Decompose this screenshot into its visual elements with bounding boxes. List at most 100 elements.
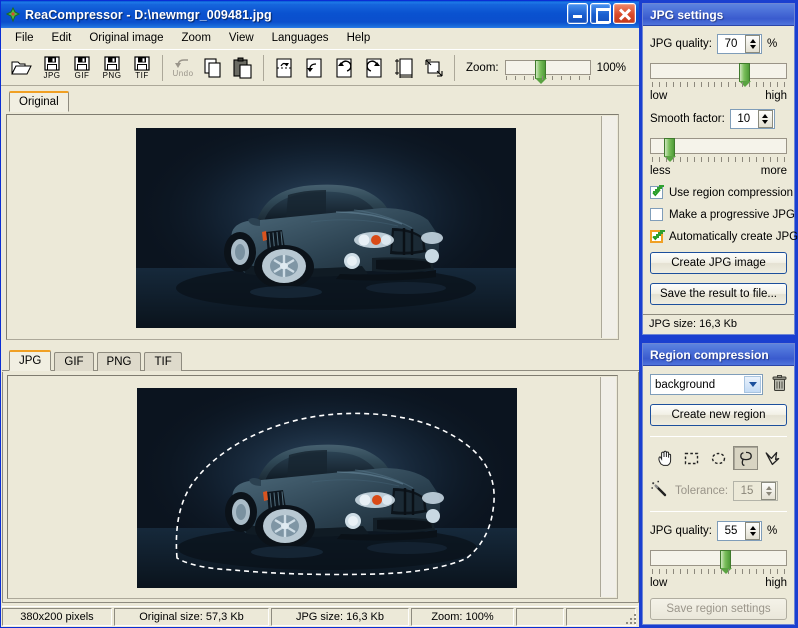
tolerance-stepper[interactable] [761, 482, 776, 500]
region-jpg-quality-stepper[interactable] [745, 522, 760, 540]
make-progressive-jpg-checkbox[interactable] [650, 208, 663, 221]
status-zoom: Zoom: 100% [411, 608, 514, 626]
save-result-to-file-button[interactable]: Save the result to file... [650, 283, 787, 305]
main-window: ReaCompressor - D:\newmgr_009481.jpg Fil… [0, 0, 639, 628]
menu-zoom[interactable]: Zoom [174, 30, 219, 47]
result-image-pane [2, 372, 639, 603]
region-jpg-quality-slider[interactable] [650, 550, 787, 566]
menu-help[interactable]: Help [339, 30, 379, 47]
region-jpg-quality-slider-thumb[interactable] [720, 550, 731, 569]
paste-button[interactable] [228, 52, 258, 84]
save-png-button[interactable]: PNG [97, 52, 127, 84]
save-jpg-button[interactable]: JPG [37, 52, 67, 84]
region-jpg-quality-row: JPG quality: 55 % [650, 521, 787, 541]
minimize-button[interactable] [567, 3, 588, 24]
create-new-region-button[interactable]: Create new region [650, 404, 787, 426]
automatically-create-jpg-checkbox[interactable] [650, 230, 663, 243]
tolerance-value[interactable]: 15 [734, 485, 760, 497]
resize-grip-icon[interactable] [624, 612, 636, 624]
maximize-button[interactable] [590, 3, 611, 24]
smooth-factor-stepper[interactable] [758, 110, 773, 128]
flip-horizontal-button[interactable] [299, 52, 329, 84]
trash-icon[interactable] [772, 375, 787, 395]
save-region-settings-button[interactable]: Save region settings [650, 598, 787, 620]
region-jpg-quality-unit: % [767, 525, 777, 537]
tab-gif[interactable]: GIF [54, 352, 93, 371]
hand-tool[interactable] [652, 446, 677, 470]
lasso-tool[interactable] [733, 446, 758, 470]
undo-label: Undo [172, 70, 193, 78]
magic-wand-icon [650, 480, 668, 501]
hand-icon [656, 450, 673, 467]
jpg-quality-slider-ticks [652, 82, 785, 87]
jpg-quality-stepper[interactable] [745, 35, 760, 53]
smooth-factor-more-label: more [761, 165, 787, 177]
zoom-percent-value: 100% [597, 62, 626, 74]
region-compression-header: Region compression [643, 344, 794, 366]
open-file-button[interactable] [7, 52, 37, 84]
use-region-compression-row[interactable]: Use region compression [650, 186, 787, 199]
close-button[interactable] [613, 3, 636, 24]
rectangle-marquee-icon [683, 450, 700, 467]
rotate-right-button[interactable] [359, 52, 389, 84]
original-pane-scrollbar-vertical[interactable] [601, 116, 617, 338]
save-tif-button[interactable]: TIF [127, 52, 157, 84]
smooth-factor-spinner[interactable]: 10 [730, 109, 775, 129]
result-pane-scrollbar-vertical[interactable] [600, 377, 616, 597]
automatically-create-jpg-row[interactable]: Automatically create JPG [650, 230, 787, 243]
region-jpg-quality-spinner[interactable]: 55 [717, 521, 762, 541]
copy-button[interactable] [198, 52, 228, 84]
make-progressive-jpg-row[interactable]: Make a progressive JPG [650, 208, 787, 221]
flip-vertical-button[interactable] [269, 52, 299, 84]
smooth-factor-slider-ticks [652, 157, 785, 162]
smooth-factor-value[interactable]: 10 [731, 113, 757, 125]
create-jpg-image-button[interactable]: Create JPG image [650, 252, 787, 274]
ellipse-select-tool[interactable] [706, 446, 731, 470]
polygon-lasso-tool[interactable] [760, 446, 785, 470]
original-image-canvas[interactable] [6, 114, 619, 340]
paste-icon [233, 57, 253, 79]
region-quality-low-label: low [650, 577, 667, 589]
canvas-size-icon [393, 57, 415, 79]
region-divider-2 [650, 511, 787, 512]
jpg-quality-spinner[interactable]: 70 [717, 34, 762, 54]
result-image-canvas[interactable] [7, 375, 618, 599]
jpg-quality-value[interactable]: 70 [718, 38, 744, 50]
menu-file[interactable]: File [7, 30, 42, 47]
use-region-compression-checkbox[interactable] [650, 186, 663, 199]
region-jpg-quality-range-labels: low high [650, 577, 787, 589]
jpg-size-info: JPG size: 16,3 Kb [643, 314, 794, 332]
zoom-slider[interactable] [505, 60, 591, 75]
rotate-left-button[interactable] [329, 52, 359, 84]
jpg-quality-slider[interactable] [650, 63, 787, 79]
menu-view[interactable]: View [221, 30, 262, 47]
canvas-size-button[interactable] [389, 52, 419, 84]
toolbar: JPG GIF PNG [1, 49, 639, 86]
region-dropdown[interactable]: background [650, 374, 763, 395]
save-gif-button[interactable]: GIF [67, 52, 97, 84]
region-jpg-quality-value[interactable]: 55 [718, 525, 744, 537]
chevron-down-icon[interactable] [744, 376, 761, 393]
rotate-right-icon [364, 57, 384, 79]
tab-png[interactable]: PNG [97, 352, 142, 371]
jpg-quality-slider-thumb[interactable] [739, 63, 750, 82]
menu-languages[interactable]: Languages [264, 30, 337, 47]
menu-edit[interactable]: Edit [44, 30, 80, 47]
save-png-label: PNG [103, 72, 122, 80]
smooth-factor-slider[interactable] [650, 138, 787, 154]
undo-button[interactable]: Undo [168, 52, 198, 84]
rectangle-select-tool[interactable] [679, 446, 704, 470]
resize-image-button[interactable] [419, 52, 449, 84]
automatically-create-jpg-label: Automatically create JPG [669, 231, 798, 243]
tab-original[interactable]: Original [9, 91, 69, 112]
tab-jpg[interactable]: JPG [9, 350, 51, 371]
titlebar: ReaCompressor - D:\newmgr_009481.jpg [1, 1, 639, 28]
smooth-factor-slider-thumb[interactable] [664, 138, 675, 157]
tolerance-spinner[interactable]: 15 [733, 481, 778, 501]
resize-image-icon [423, 57, 445, 79]
zoom-slider-ticks [506, 76, 590, 81]
tab-tif[interactable]: TIF [144, 352, 181, 371]
jpg-quality-row: JPG quality: 70 % [650, 34, 787, 54]
menu-original-image[interactable]: Original image [81, 30, 171, 47]
polygon-lasso-icon [764, 450, 781, 467]
